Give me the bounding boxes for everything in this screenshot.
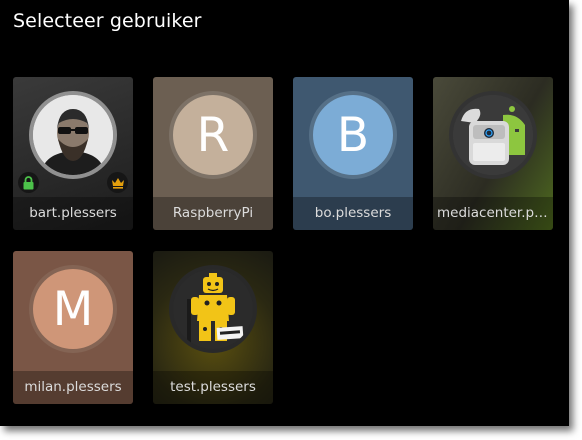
user-name-label: test.plessers	[153, 371, 273, 404]
lock-badge	[18, 172, 39, 193]
lego-icon	[173, 269, 253, 349]
user-name-label: RaspberryPi	[153, 197, 273, 230]
avatar-letter: B	[336, 107, 370, 163]
user-avatar: M	[29, 265, 117, 353]
media-icon	[453, 95, 533, 175]
user-avatar: R	[169, 91, 257, 179]
user-tile-test[interactable]: test.plessers	[153, 251, 273, 404]
user-tile-bo[interactable]: B bo.plessers	[293, 77, 413, 230]
crown-icon	[111, 177, 124, 189]
user-tile-bart[interactable]: bart.plessers	[13, 77, 133, 230]
lock-icon	[23, 175, 34, 189]
user-name-label: milan.plessers	[13, 371, 133, 404]
user-tile-mediacenter[interactable]: mediacenter.plessers	[433, 77, 553, 230]
user-name-label: mediacenter.plessers	[433, 197, 553, 230]
user-select-window: Selecteer gebruiker bart.plessers R Rasp…	[0, 0, 569, 426]
user-avatar: B	[309, 91, 397, 179]
page-title: Selecteer gebruiker	[13, 10, 202, 32]
user-avatar	[449, 91, 537, 179]
user-avatar	[169, 265, 257, 353]
crown-badge	[107, 172, 128, 193]
user-tile-raspberrypi[interactable]: R RaspberryPi	[153, 77, 273, 230]
avatar-letter: R	[196, 107, 230, 163]
avatar-letter: M	[52, 281, 94, 337]
user-avatar	[29, 91, 117, 179]
user-name-label: bart.plessers	[13, 197, 133, 230]
user-name-label: bo.plessers	[293, 197, 413, 230]
photo-icon	[33, 95, 113, 175]
user-tile-milan[interactable]: M milan.plessers	[13, 251, 133, 404]
